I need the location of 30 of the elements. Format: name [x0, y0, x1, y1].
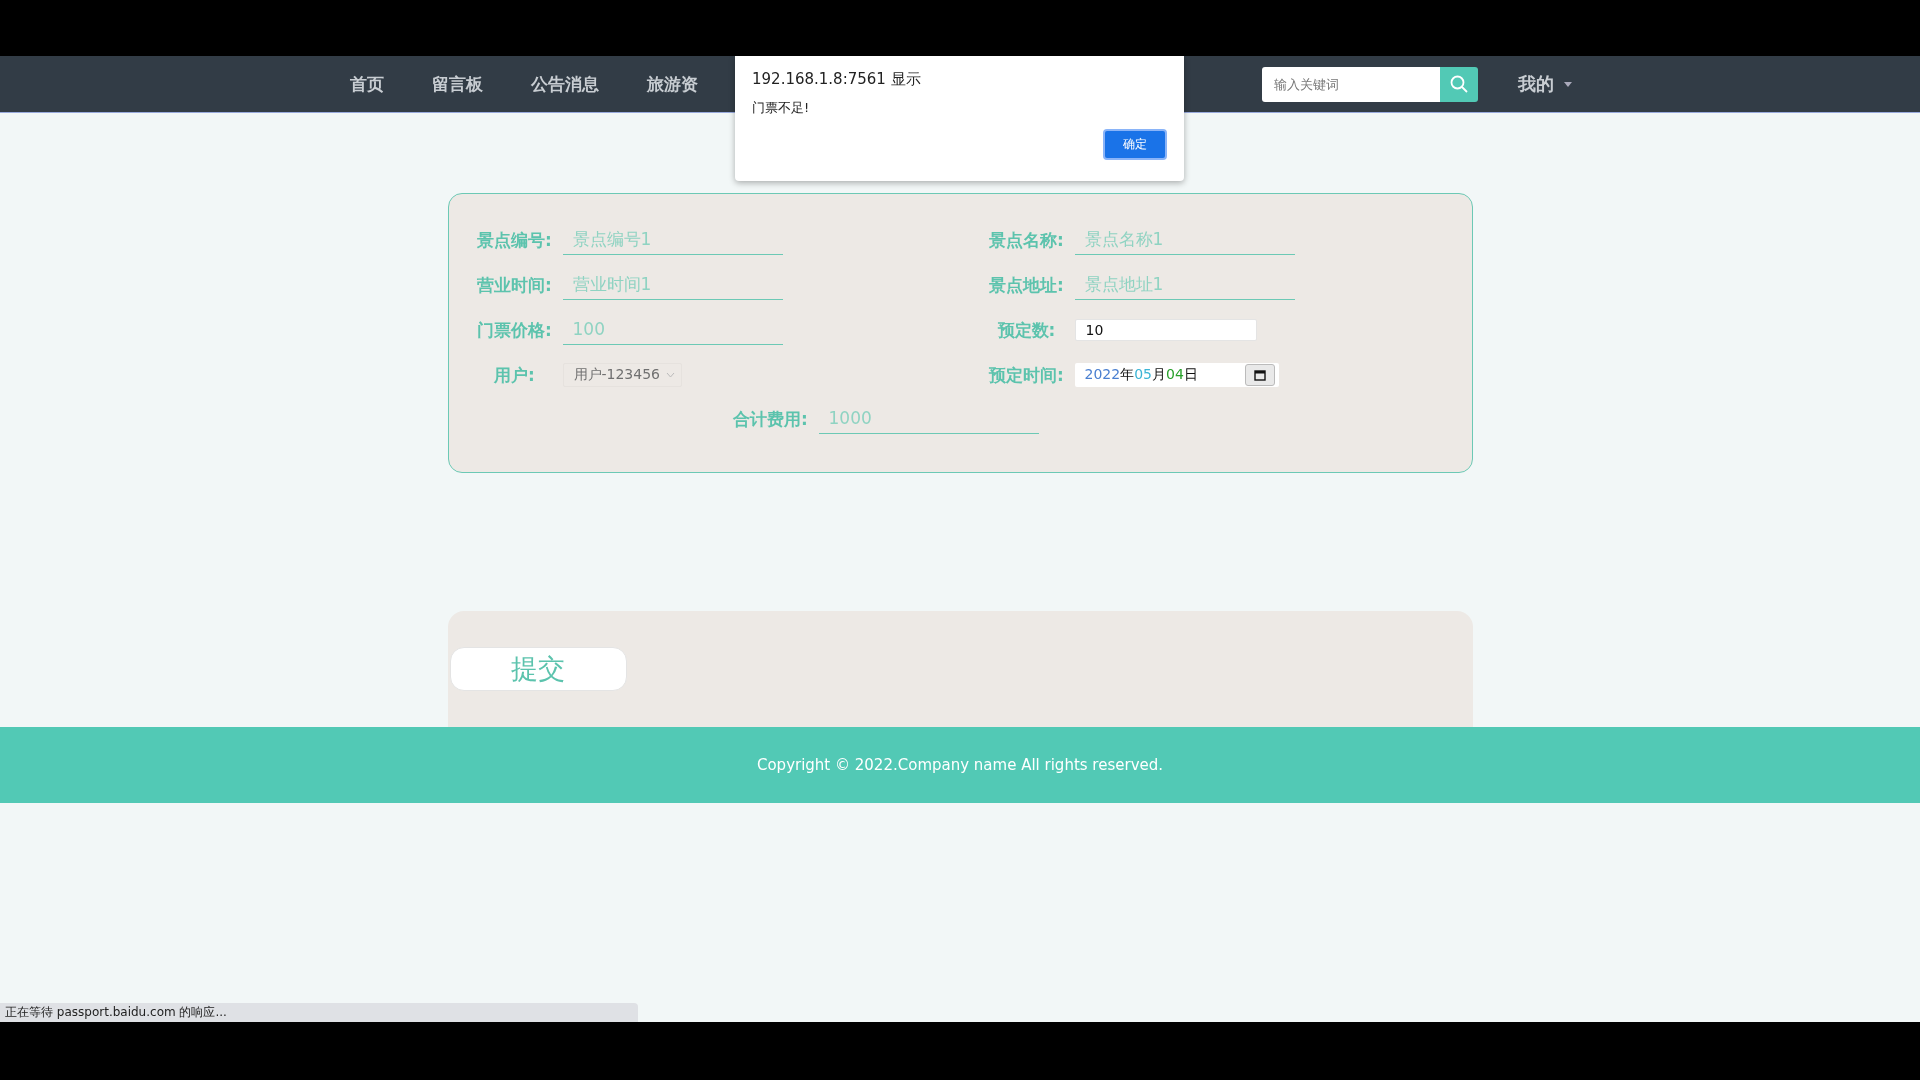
- nav-link[interactable]: 旅游资: [635, 64, 710, 104]
- calendar-icon: [1253, 369, 1266, 381]
- dialog-message: 门票不足!: [752, 99, 811, 117]
- caret-icon: [1564, 81, 1572, 87]
- field-label: 预定时间:: [987, 363, 1065, 387]
- dialog-title: 192.168.1.8:7561 显示: [752, 70, 922, 89]
- select-field[interactable]: 用户-123456: [562, 363, 682, 387]
- field-label: 景点名称:: [988, 228, 1065, 252]
- nav-link[interactable]: 留言板: [420, 64, 495, 104]
- search-icon: [1450, 75, 1468, 93]
- field-label: 景点地址:: [988, 273, 1065, 297]
- ok-button[interactable]: 确定: [1103, 129, 1167, 160]
- footer-copyright: Copyright © 2022.Company name All rights reserved.: [0, 727, 1920, 803]
- nav-link[interactable]: 公告消息: [519, 64, 611, 104]
- field-label: 用户:: [493, 363, 536, 387]
- nav-link[interactable]: 首页: [338, 64, 396, 104]
- search-button[interactable]: [1440, 66, 1478, 102]
- field-label: 营业时间:: [476, 273, 553, 297]
- number-field[interactable]: 10: [1074, 319, 1257, 341]
- date-value: 2022年05月 04 日: [1084, 366, 1198, 384]
- search-field[interactable]: 输入关键词: [1262, 66, 1440, 102]
- user-menu[interactable]: 我的: [1514, 68, 1576, 100]
- date-field[interactable]: 2022年05月 04 日: [1074, 363, 1279, 387]
- calendar-button[interactable]: [1244, 364, 1275, 386]
- status-bar: 正在等待 passport.baidu.com 的响应...: [0, 1003, 638, 1022]
- field-label: 预定数:: [996, 318, 1057, 342]
- chevron-down-icon: [666, 372, 675, 378]
- field-label: 合计费用:: [732, 407, 809, 431]
- field-label: 景点编号:: [476, 228, 553, 252]
- field-label: 门票价格:: [476, 318, 553, 342]
